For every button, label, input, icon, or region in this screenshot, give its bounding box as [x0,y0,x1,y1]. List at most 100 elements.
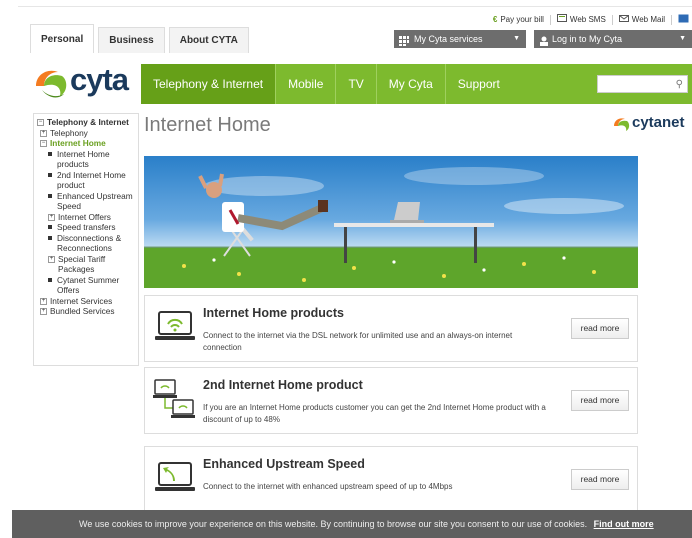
nav-mobile[interactable]: Mobile [276,64,337,104]
sidebar-item[interactable]: + Internet Offers [37,212,135,223]
read-more-button[interactable]: read more [571,318,629,339]
bullet-icon [48,151,52,156]
collapse-icon[interactable]: − [37,119,44,126]
sidebar-item[interactable]: Enhanced Upstream Speed [37,191,135,212]
card-description: If you are an Internet Home products cus… [203,403,546,424]
top-divider [18,6,692,7]
card-description: Connect to the internet via the DSL netw… [203,331,513,352]
nav-tv[interactable]: TV [336,64,377,104]
euro-icon: € [492,15,498,24]
my-cyta-services-label: My Cyta services [414,34,483,44]
card-description: Connect to the internet with enhanced up… [203,482,453,491]
card-title: Internet Home products [203,306,344,320]
separator [671,14,672,25]
upload-laptop-icon [153,457,197,501]
sidebar-item-label: Disconnections & Reconnections [57,232,122,254]
pay-bill-link[interactable]: € Pay your bill [493,15,544,24]
pay-bill-label: Pay your bill [500,15,544,24]
chevron-down-icon: ▼ [679,35,686,42]
sidebar-item[interactable]: − Internet Home [37,138,135,149]
sidebar-tree: − Telephony & Internet + Telephony − Internet… [33,113,139,366]
sidebar-item[interactable]: 2nd Internet Home product [37,170,135,191]
product-card-enhanced-upstream: Enhanced Upstream Speed Connect to the i… [144,446,638,513]
sidebar-item-label: Bundled Services [50,306,115,316]
card-title: 2nd Internet Home product [203,378,363,392]
login-dropdown[interactable]: Log in to My Cyta ▼ [534,30,692,48]
audience-tabs: Personal Business About CYTA [30,24,253,53]
my-cyta-services-dropdown[interactable]: My Cyta services ▼ [394,30,526,48]
sidebar-item[interactable]: + Telephony [37,128,135,139]
separator [611,14,613,25]
nav-telephony-internet[interactable]: Telephony & Internet [141,64,277,104]
expand-icon[interactable]: + [40,308,47,315]
web-sms-label: Web SMS [569,15,606,24]
bullet-icon [48,193,52,198]
sidebar-item[interactable]: + Special Tariff Packages [37,254,135,275]
tab-personal[interactable]: Personal [30,24,95,53]
search-icon[interactable]: ⚲ [676,79,683,90]
hero-illustration [144,167,638,288]
sidebar-item-label: Speed transfers [57,222,116,232]
find-out-more-link[interactable]: Find out more [594,519,654,529]
utility-links: € Pay your bill Web SMS Web Mail [487,14,692,25]
grid-icon [399,34,409,46]
keyboard-link[interactable] [678,14,692,25]
collapse-icon[interactable]: − [40,140,47,147]
sidebar-item[interactable]: − Telephony & Internet [37,117,135,128]
bullet-icon [48,235,52,240]
sidebar-item[interactable]: Disconnections & Reconnections [37,233,135,254]
sidebar-item-label: Telephony & Internet [47,117,129,127]
sidebar-item[interactable]: Speed transfers [37,222,135,233]
cookie-text: We use cookies to improve your experienc… [79,519,588,529]
product-card-2nd-internet-home: 2nd Internet Home product If you are an … [144,367,638,434]
user-icon [539,34,549,46]
read-more-button[interactable]: read more [571,390,629,411]
sidebar-item[interactable]: Cytanet Summer Offers [37,275,135,296]
chevron-down-icon: ▼ [513,35,520,42]
tab-about-cyta[interactable]: About CYTA [168,27,249,53]
expand-icon[interactable]: + [48,255,55,263]
top-bar: Personal Business About CYTA € Pay your b… [0,0,692,56]
cytanet-swirl-icon [614,118,630,131]
sms-icon [556,14,567,25]
web-sms-link[interactable]: Web SMS [556,14,606,25]
bullet-icon [48,277,52,282]
cytanet-logo: cytanet [612,114,690,138]
expand-icon[interactable]: + [40,297,47,305]
cookie-banner: We use cookies to improve your experienc… [12,510,692,538]
sidebar-item-label: Telephony [50,127,88,138]
sidebar-item[interactable]: + Bundled Services [37,306,135,317]
bullet-icon [48,225,52,229]
logo-wordmark: cyta [70,62,129,97]
cytanet-wordmark: cytanet [632,114,685,131]
sidebar-item-label: Cytanet Summer Offers [57,274,120,296]
sidebar-item-label: Enhanced Upstream Speed [57,190,133,212]
sidebar-item[interactable]: Internet Home products [37,149,135,170]
nav-my-cyta[interactable]: My Cyta [377,64,446,104]
tab-business[interactable]: Business [98,27,165,53]
mail-icon [618,14,629,25]
sidebar-item-label: Internet Services [50,295,113,306]
read-more-button[interactable]: read more [571,469,629,490]
expand-icon[interactable]: + [40,129,47,137]
bullet-icon [48,172,52,177]
sidebar-item-label: Internet Offers [58,211,111,222]
card-title: Enhanced Upstream Speed [203,457,365,471]
sidebar-item-label: 2nd Internet Home product [57,169,126,191]
wifi-laptop-icon [153,306,197,350]
product-card-internet-home: Internet Home products Connect to the in… [144,295,638,362]
sidebar-item-label: Internet Home products [57,148,110,170]
hero-image [144,156,638,288]
sidebar-item-label: Internet Home [50,138,106,148]
sidebar-item[interactable]: + Internet Services [37,296,135,307]
cyta-logo[interactable]: cyta [32,62,140,106]
web-mail-label: Web Mail [631,15,665,24]
web-mail-link[interactable]: Web Mail [618,14,665,25]
cookie-text-wrap: We use cookies to improve your experienc… [79,510,654,538]
search-input[interactable]: ⚲ [597,75,688,93]
two-devices-icon [153,378,197,422]
nav-support[interactable]: Support [446,64,512,104]
expand-icon[interactable]: + [48,213,55,221]
main-nav: Telephony & Internet Mobile TV My Cyta S… [141,64,692,104]
keyboard-icon [678,14,689,25]
